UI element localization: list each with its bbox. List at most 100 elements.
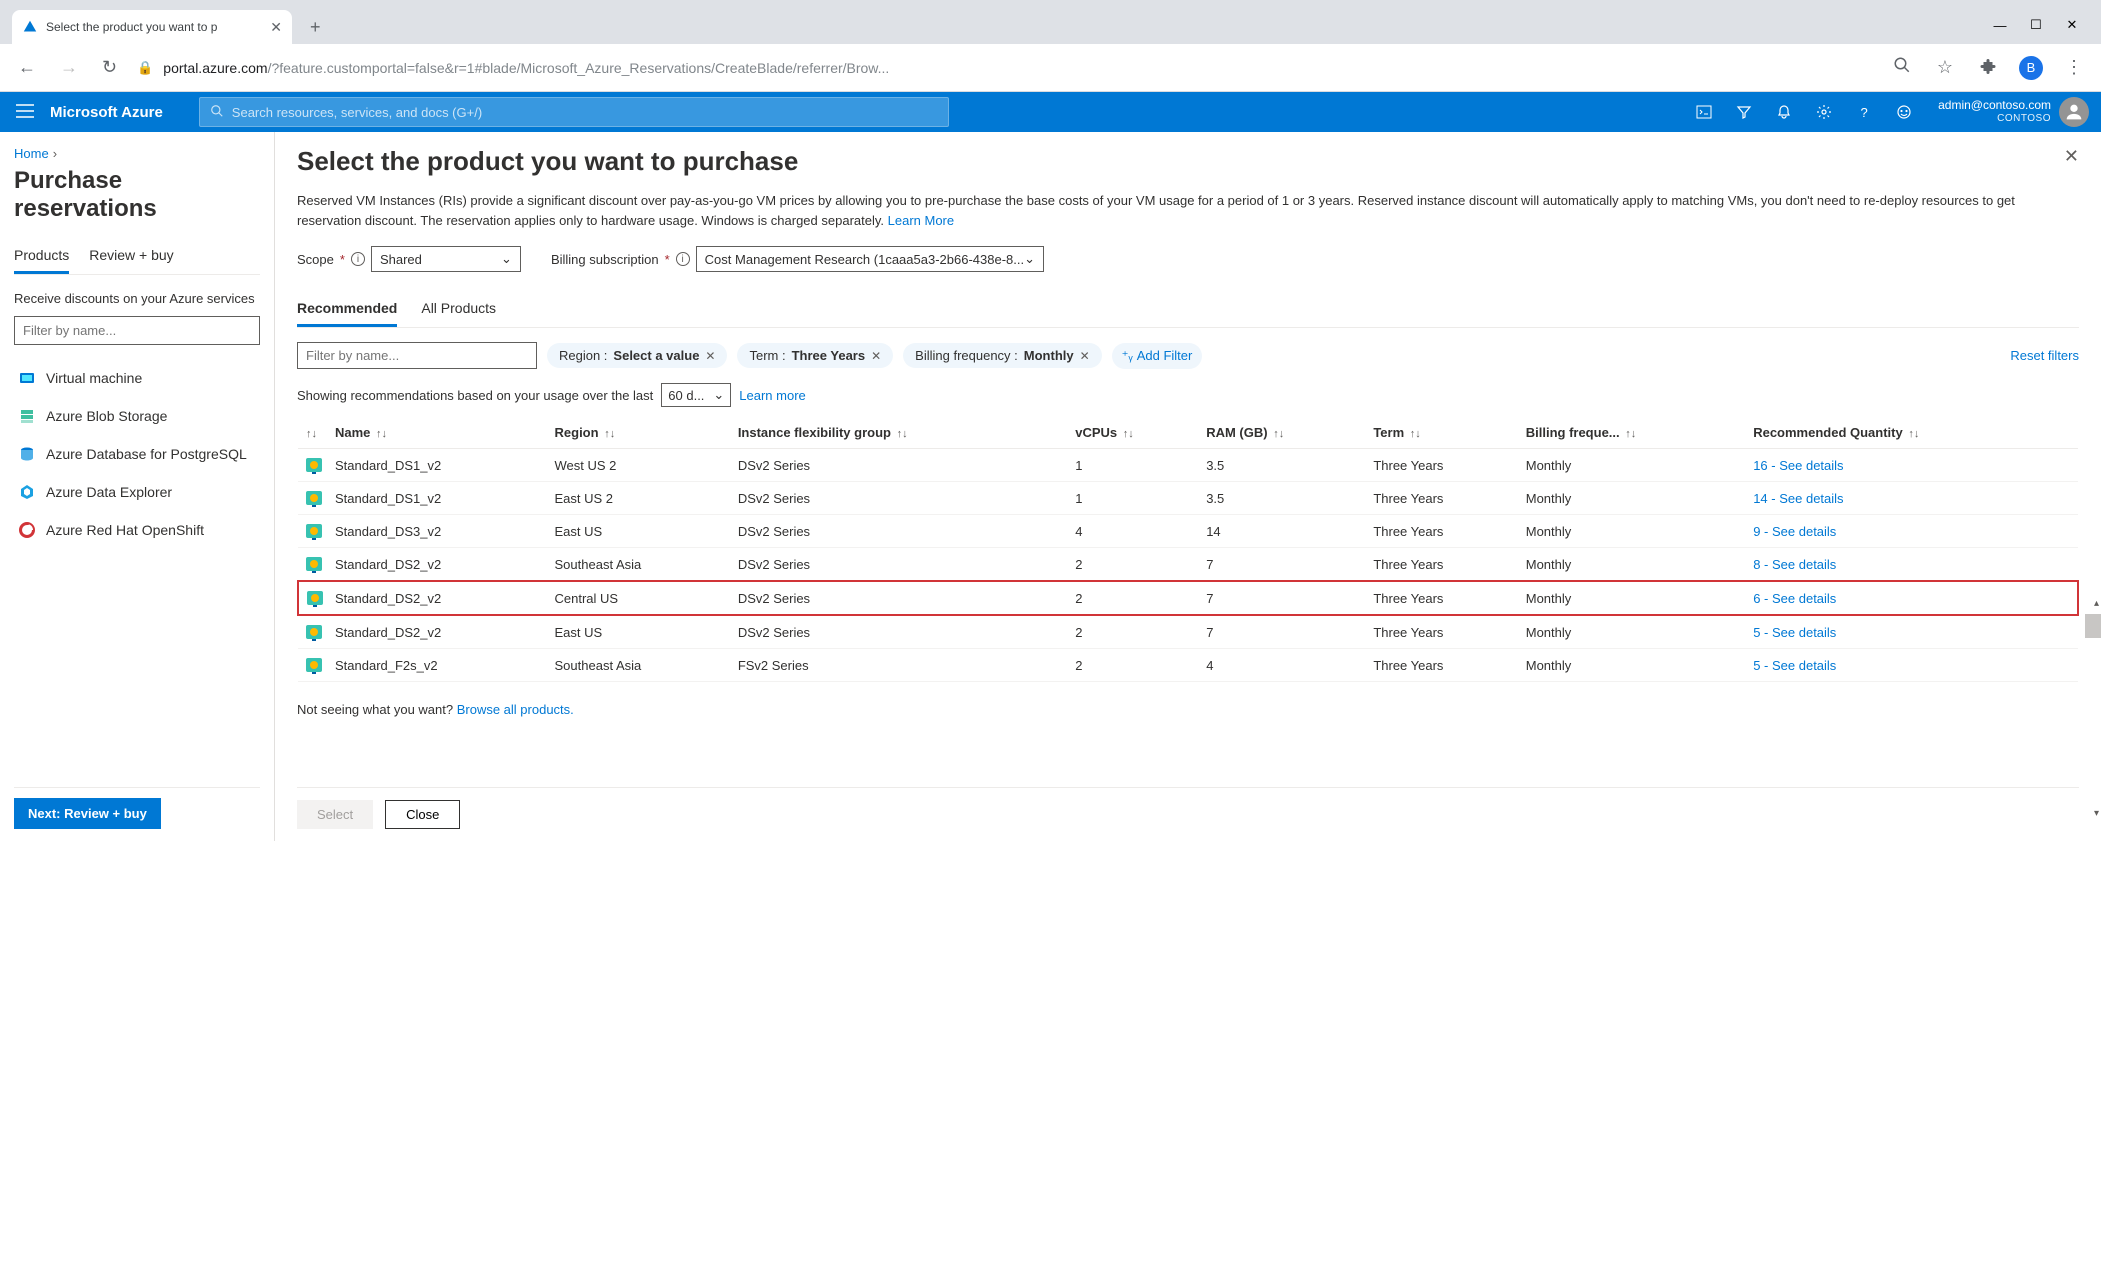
scope-label: Scope bbox=[297, 252, 334, 267]
col-vcpus[interactable]: vCPUs ↑↓ bbox=[1069, 417, 1200, 449]
scope-dropdown[interactable]: Shared⌄ bbox=[371, 246, 521, 272]
cell-vcpus: 1 bbox=[1069, 482, 1200, 515]
learn-more-link[interactable]: Learn more bbox=[739, 388, 805, 403]
sort-icon: ↑↓ bbox=[1908, 428, 1919, 440]
service-item[interactable]: Virtual machine bbox=[14, 359, 260, 397]
service-icon bbox=[18, 407, 36, 425]
tab-all-products[interactable]: All Products bbox=[421, 292, 496, 327]
cell-term: Three Years bbox=[1367, 548, 1519, 582]
azure-logo[interactable]: Microsoft Azure bbox=[50, 104, 163, 121]
col-name[interactable]: Name ↑↓ bbox=[329, 417, 549, 449]
table-row[interactable]: Standard_DS3_v2 East US DSv2 Series 4 14… bbox=[298, 515, 2078, 548]
usage-days-dropdown[interactable]: 60 d...⌄ bbox=[661, 383, 731, 407]
cell-freq: Monthly bbox=[1520, 581, 1747, 615]
col-freq[interactable]: Billing freque... ↑↓ bbox=[1520, 417, 1747, 449]
scrollbar-up-icon[interactable]: ▴ bbox=[2094, 598, 2099, 609]
see-details-link[interactable]: 14 - See details bbox=[1753, 491, 1843, 506]
product-filter-input[interactable] bbox=[297, 342, 537, 369]
tab-review-buy[interactable]: Review + buy bbox=[89, 239, 173, 274]
azure-search[interactable] bbox=[199, 97, 949, 127]
cell-ram: 3.5 bbox=[1200, 449, 1367, 482]
see-details-link[interactable]: 9 - See details bbox=[1753, 524, 1836, 539]
col-region[interactable]: Region ↑↓ bbox=[549, 417, 732, 449]
cell-region: East US bbox=[549, 515, 732, 548]
tab-recommended[interactable]: Recommended bbox=[297, 292, 397, 327]
reset-filters-link[interactable]: Reset filters bbox=[2010, 348, 2079, 363]
info-icon[interactable]: i bbox=[676, 252, 690, 266]
user-menu[interactable]: admin@contoso.com CONTOSO bbox=[1924, 97, 2097, 127]
close-icon[interactable]: ✕ bbox=[1080, 349, 1090, 363]
hamburger-icon[interactable] bbox=[16, 104, 34, 121]
cell-name: Standard_DS3_v2 bbox=[329, 515, 549, 548]
region-filter-pill[interactable]: Region : Select a value✕ bbox=[547, 343, 727, 368]
table-row[interactable]: Standard_DS2_v2 Southeast Asia DSv2 Seri… bbox=[298, 548, 2078, 582]
service-item[interactable]: Azure Blob Storage bbox=[14, 397, 260, 435]
billing-frequency-filter-pill[interactable]: Billing frequency : Monthly✕ bbox=[903, 343, 1102, 368]
service-label: Virtual machine bbox=[46, 370, 142, 386]
service-item[interactable]: Azure Database for PostgreSQL bbox=[14, 435, 260, 473]
learn-more-link[interactable]: Learn More bbox=[888, 213, 954, 228]
service-icon bbox=[18, 369, 36, 387]
profile-button[interactable]: B bbox=[2019, 56, 2043, 80]
next-review-buy-button[interactable]: Next: Review + buy bbox=[14, 798, 161, 829]
info-icon[interactable]: i bbox=[351, 252, 365, 266]
billing-subscription-dropdown[interactable]: Cost Management Research (1caaa5a3-2b66-… bbox=[696, 246, 1044, 272]
term-filter-pill[interactable]: Term : Three Years✕ bbox=[737, 343, 893, 368]
nav-back-icon[interactable]: ← bbox=[14, 53, 40, 82]
filter-by-name-input[interactable] bbox=[14, 316, 260, 345]
bookmark-icon[interactable]: ☆ bbox=[1933, 53, 1957, 82]
url-bar[interactable]: 🔒 portal.azure.com/?feature.customportal… bbox=[137, 60, 1873, 76]
scrollbar-down-icon[interactable]: ▾ bbox=[2094, 808, 2099, 819]
table-row[interactable]: Standard_DS1_v2 West US 2 DSv2 Series 1 … bbox=[298, 449, 2078, 482]
table-row[interactable]: Standard_DS2_v2 East US DSv2 Series 2 7 … bbox=[298, 615, 2078, 649]
table-row[interactable]: Standard_DS2_v2 Central US DSv2 Series 2… bbox=[298, 581, 2078, 615]
sort-icon: ↑↓ bbox=[1625, 428, 1636, 440]
col-ram[interactable]: RAM (GB) ↑↓ bbox=[1200, 417, 1367, 449]
table-row[interactable]: Standard_F2s_v2 Southeast Asia FSv2 Seri… bbox=[298, 649, 2078, 682]
browse-all-products-link[interactable]: Browse all products. bbox=[457, 702, 574, 717]
cloud-shell-icon[interactable] bbox=[1684, 92, 1724, 132]
extensions-icon[interactable] bbox=[1975, 52, 2001, 83]
add-filter-button[interactable]: ⁺ᵧAdd Filter bbox=[1112, 343, 1203, 369]
see-details-link[interactable]: 5 - See details bbox=[1753, 625, 1836, 640]
cell-ram: 14 bbox=[1200, 515, 1367, 548]
settings-icon[interactable] bbox=[1804, 92, 1844, 132]
window-minimize-icon[interactable]: — bbox=[1993, 18, 2007, 32]
table-row[interactable]: Standard_DS1_v2 East US 2 DSv2 Series 1 … bbox=[298, 482, 2078, 515]
scrollbar-thumb[interactable] bbox=[2085, 614, 2101, 638]
azure-search-input[interactable] bbox=[232, 105, 938, 120]
blade-title: Select the product you want to purchase bbox=[297, 146, 798, 177]
see-details-link[interactable]: 16 - See details bbox=[1753, 458, 1843, 473]
service-item[interactable]: Azure Red Hat OpenShift bbox=[14, 511, 260, 549]
col-flex[interactable]: Instance flexibility group ↑↓ bbox=[732, 417, 1069, 449]
close-icon[interactable]: ✕ bbox=[705, 349, 715, 363]
directory-filter-icon[interactable] bbox=[1724, 92, 1764, 132]
cell-region: West US 2 bbox=[549, 449, 732, 482]
nav-reload-icon[interactable]: ↻ bbox=[98, 53, 121, 82]
feedback-icon[interactable] bbox=[1884, 92, 1924, 132]
window-close-icon[interactable]: ✕ bbox=[2065, 18, 2079, 32]
tab-close-icon[interactable]: ✕ bbox=[270, 19, 282, 36]
cell-name: Standard_DS2_v2 bbox=[329, 581, 549, 615]
avatar-icon bbox=[2059, 97, 2089, 127]
cell-freq: Monthly bbox=[1520, 615, 1747, 649]
tab-products[interactable]: Products bbox=[14, 239, 69, 274]
help-icon[interactable]: ? bbox=[1844, 92, 1884, 132]
window-maximize-icon[interactable]: ☐ bbox=[2029, 18, 2043, 32]
menu-icon[interactable]: ⋮ bbox=[2061, 53, 2087, 82]
see-details-link[interactable]: 8 - See details bbox=[1753, 557, 1836, 572]
breadcrumb[interactable]: Home› bbox=[14, 146, 260, 161]
new-tab-button[interactable]: + bbox=[300, 11, 331, 44]
col-term[interactable]: Term ↑↓ bbox=[1367, 417, 1519, 449]
browser-tab[interactable]: Select the product you want to p ✕ bbox=[12, 10, 292, 44]
see-details-link[interactable]: 6 - See details bbox=[1753, 591, 1836, 606]
close-icon[interactable]: ✕ bbox=[871, 349, 881, 363]
close-icon[interactable]: ✕ bbox=[2064, 146, 2079, 167]
notifications-icon[interactable] bbox=[1764, 92, 1804, 132]
service-item[interactable]: Azure Data Explorer bbox=[14, 473, 260, 511]
close-button[interactable]: Close bbox=[385, 800, 460, 829]
sort-icon[interactable]: ↑↓ bbox=[306, 428, 317, 440]
search-icon[interactable] bbox=[1889, 52, 1915, 83]
col-qty[interactable]: Recommended Quantity ↑↓ bbox=[1747, 417, 2078, 449]
see-details-link[interactable]: 5 - See details bbox=[1753, 658, 1836, 673]
